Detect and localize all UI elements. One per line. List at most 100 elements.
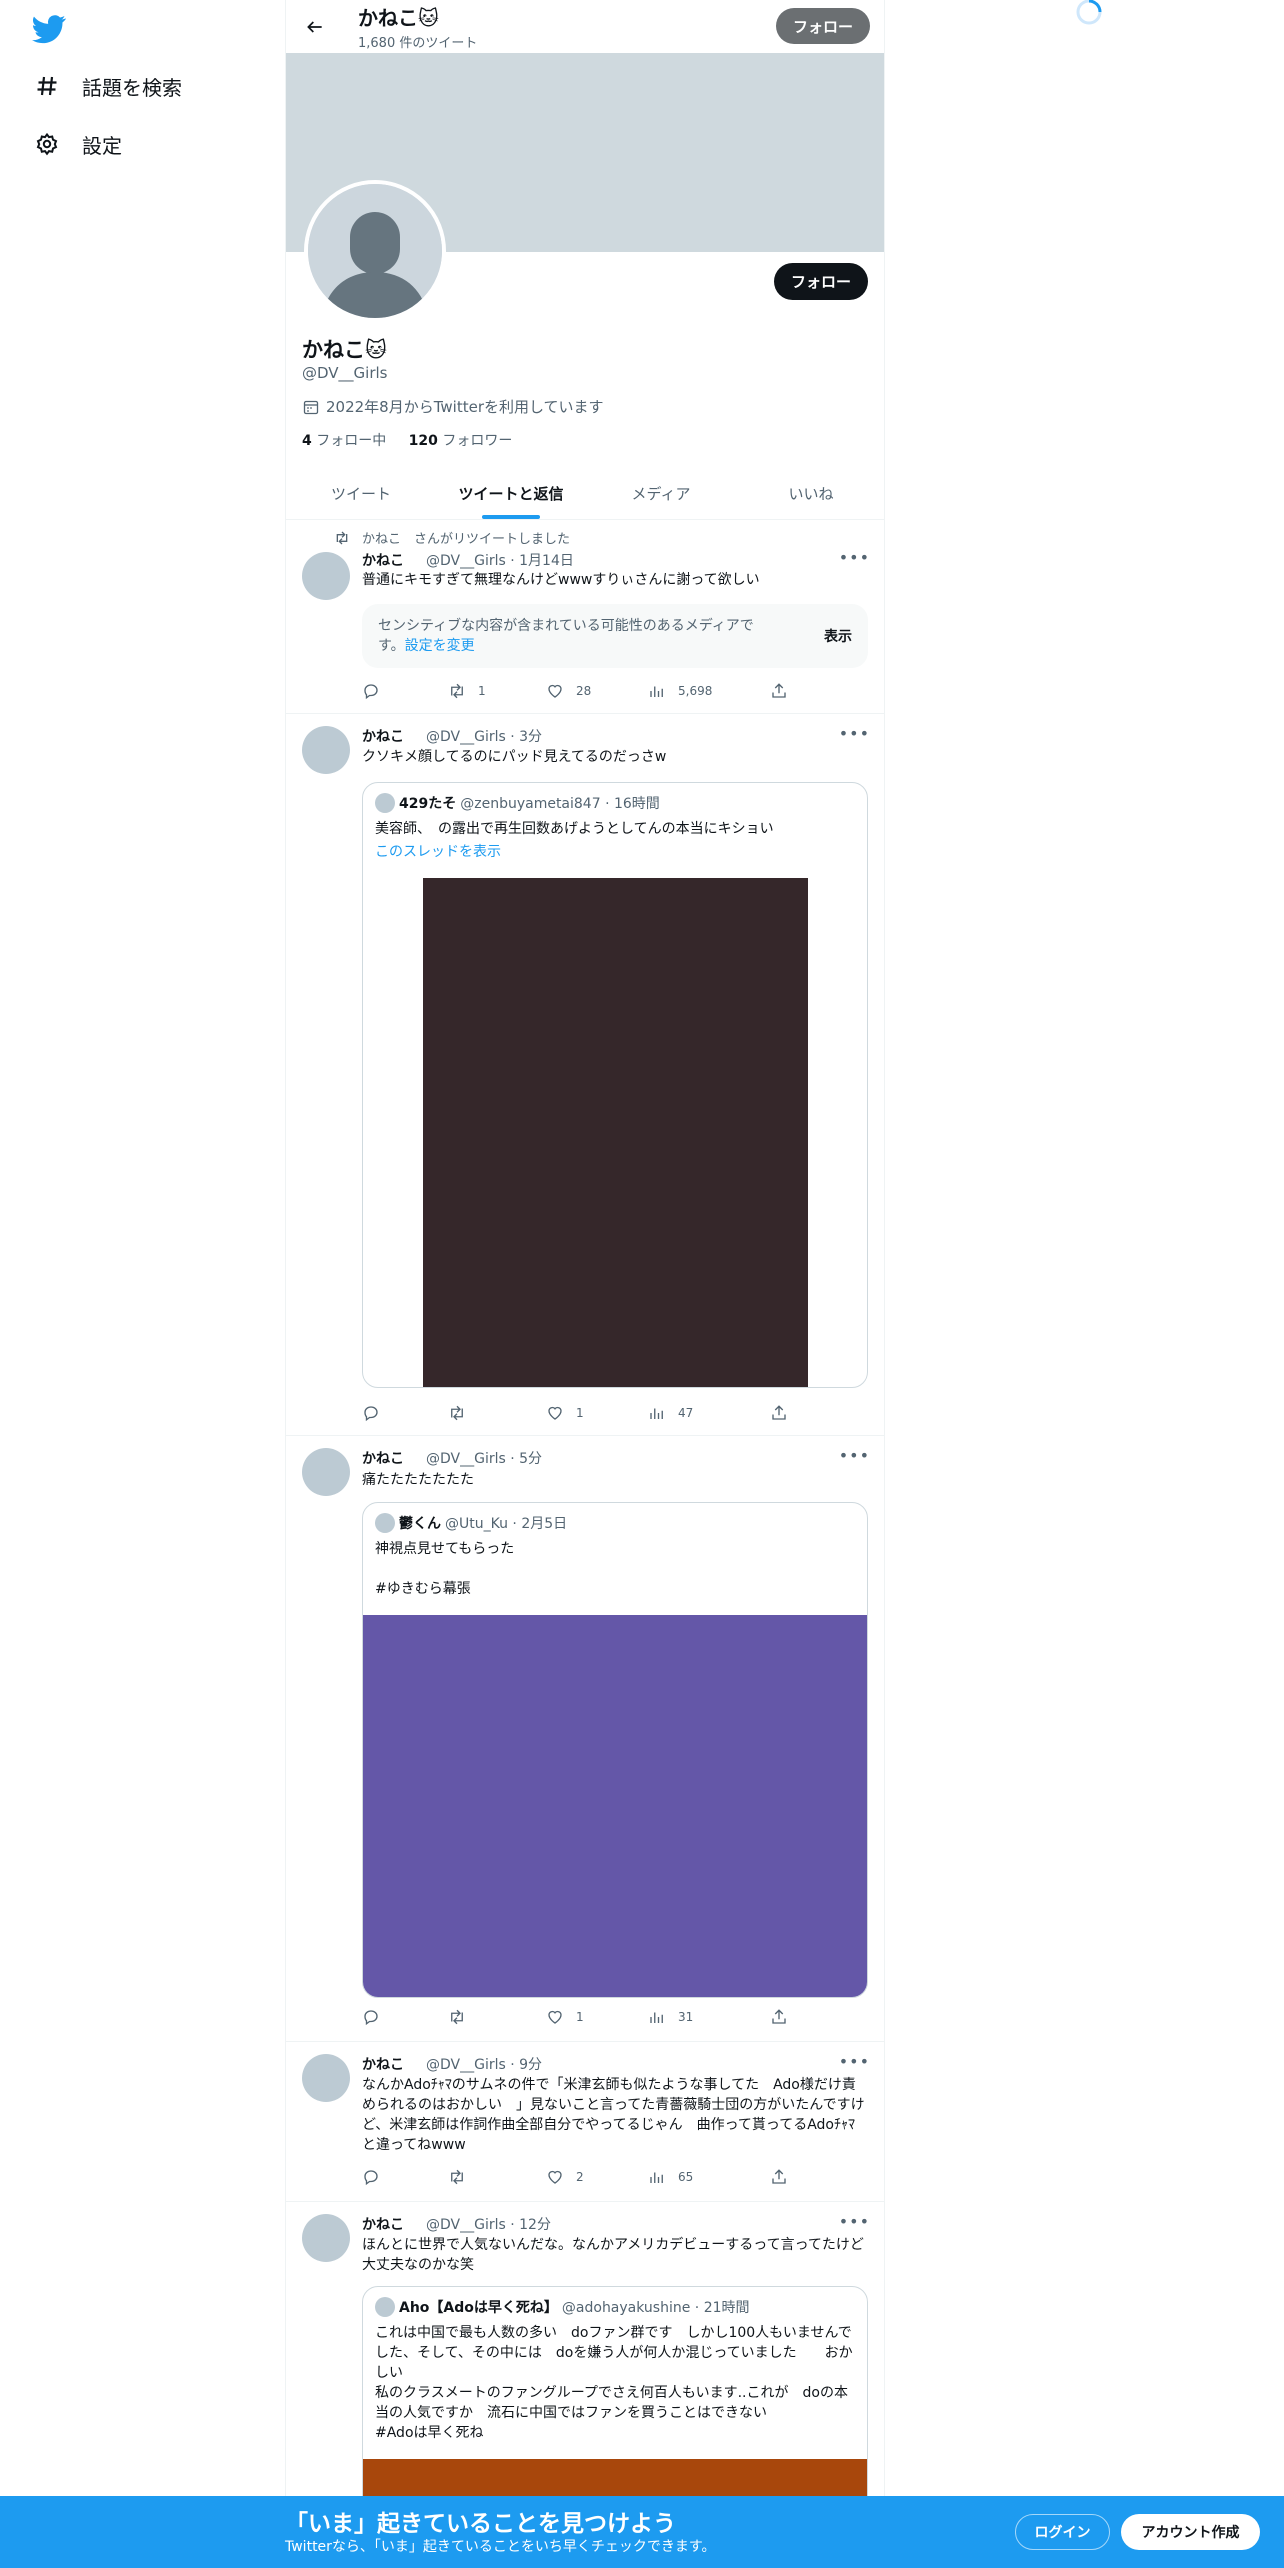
like-button[interactable]: 2 (546, 2166, 584, 2188)
share-button[interactable] (770, 2166, 800, 2188)
more-options-icon[interactable]: ••• (839, 548, 870, 567)
tweet[interactable]: かねこ さんがリツイートしました かねこ @DV__Girls · 1月14日 •… (286, 520, 884, 714)
back-arrow-icon[interactable] (300, 12, 330, 42)
views-count: 5,698 (678, 684, 713, 698)
views-button[interactable]: 31 (648, 2006, 693, 2028)
tweet-header: かねこ @DV__Girls · 5分 (362, 1448, 542, 1468)
share-button[interactable] (770, 1402, 800, 1424)
followers-link[interactable]: 120 フォロワー (409, 433, 513, 449)
following-count: 4 (302, 433, 312, 449)
tweet-header: かねこ @DV__Girls · 12分 (362, 2214, 551, 2234)
change-settings-link[interactable]: 設定を変更 (405, 638, 475, 654)
followers-label: フォロワー (442, 433, 513, 449)
quoted-media-image[interactable] (423, 878, 808, 1387)
follow-button[interactable]: フォロー (774, 263, 868, 300)
reply-button[interactable] (362, 2006, 392, 2028)
tweet-author-name[interactable]: かねこ (362, 1451, 404, 1467)
tweet-header: かねこ @DV__Girls · 3分 (362, 726, 542, 746)
followers-count: 120 (408, 433, 438, 449)
more-options-icon[interactable]: ••• (839, 724, 870, 743)
reply-button[interactable] (362, 2166, 392, 2188)
reply-icon (364, 1406, 378, 1422)
twitter-logo-icon[interactable] (32, 12, 66, 46)
sensitive-media-notice: センシティブな内容が含まれている可能性のあるメディアです。設定を変更 表示 (362, 604, 868, 668)
more-options-icon[interactable]: ••• (839, 2212, 870, 2231)
show-thread-link[interactable]: このスレッドを表示 (375, 841, 501, 861)
tweet-avatar[interactable] (302, 552, 350, 600)
tweet-actions: 1 28 5,698 (362, 680, 792, 702)
like-button[interactable]: 1 (546, 2006, 584, 2028)
tweet[interactable]: かねこ @DV__Girls · 9分 ••• なんかAdoﾁｬﾏのサムネの件で「… (286, 2042, 884, 2202)
views-button[interactable]: 5,698 (648, 680, 712, 702)
quoted-tweet-header: Aho【Adoは早く死ね】 @adohayakushine · 21時間 (375, 2297, 750, 2317)
tweet[interactable]: かねこ @DV__Girls · 5分 ••• 痛たたたたたたた 鬱くん @Utu_… (286, 1436, 884, 2042)
tweet-author-name[interactable]: かねこ (362, 553, 404, 569)
retweet-note-text: かねこ さんがリツイートしました (362, 532, 571, 547)
tweet-avatar[interactable] (302, 2214, 350, 2262)
login-button[interactable]: ログイン (1015, 2514, 1110, 2550)
reply-icon (364, 684, 378, 700)
share-button[interactable] (770, 2006, 800, 2028)
more-options-icon[interactable]: ••• (839, 1446, 870, 1465)
calendar-icon (302, 398, 320, 416)
quoted-tweet[interactable]: 429たそ @zenbuyametai847 · 16時間 美容師、 の露出で再生… (362, 782, 868, 1388)
quoted-author-name: 429たそ (399, 796, 457, 812)
tweet-handle-time: @DV__Girls · 9分 (426, 2057, 543, 2073)
quoted-tweet-header: 429たそ @zenbuyametai847 · 16時間 (375, 793, 660, 813)
tweet-avatar[interactable] (302, 1448, 350, 1496)
nav-explore[interactable]: 話題を検索 (34, 66, 182, 106)
quoted-tweet[interactable]: 鬱くん @Utu_Ku · 2月5日 神視点見せてもらった #ゆきむら幕張 (362, 1502, 868, 1998)
tab-likes[interactable]: いいね (736, 468, 884, 519)
views-button[interactable]: 65 (648, 2166, 693, 2188)
show-media-button[interactable]: 表示 (824, 626, 852, 646)
views-icon (650, 1408, 663, 1419)
like-icon (548, 684, 562, 698)
share-button[interactable] (770, 680, 800, 702)
tweet[interactable]: かねこ @DV__Girls · 3分 ••• クソキメ顔してるのにパッド見えてる… (286, 714, 884, 1436)
tweet-text: 痛たたたたたたた (362, 1472, 474, 1488)
reply-button[interactable] (362, 680, 392, 702)
views-icon (650, 686, 663, 697)
like-count: 1 (576, 2010, 584, 2024)
retweet-icon (451, 1405, 463, 1421)
like-button[interactable]: 1 (546, 1402, 584, 1424)
retweet-button[interactable] (448, 2166, 478, 2188)
share-icon (772, 683, 786, 698)
tweet-author-name[interactable]: かねこ (362, 2217, 404, 2233)
tweet-author-name[interactable]: かねこ (362, 2057, 404, 2073)
nav-settings[interactable]: 設定 (34, 124, 122, 164)
views-icon (650, 2172, 663, 2183)
tab-media[interactable]: メディア (586, 468, 736, 519)
retweet-button[interactable] (448, 1402, 478, 1424)
like-button[interactable]: 28 (546, 680, 591, 702)
profile-avatar[interactable] (304, 180, 446, 322)
tab-tweets-and-replies[interactable]: ツイートと返信 (436, 468, 586, 519)
signup-prompt-subtitle: Twitterなら、「いま」起きていることをいち早くチェックできます。 (285, 2539, 716, 2555)
tweet-handle-time: @DV__Girls · 5分 (426, 1451, 543, 1467)
following-link[interactable]: 4 フォロー中 (302, 433, 386, 449)
tweet-header: かねこ @DV__Girls · 9分 (362, 2054, 542, 2074)
views-button[interactable]: 47 (648, 1402, 693, 1424)
more-options-icon[interactable]: ••• (839, 2052, 870, 2071)
profile-joined: 2022年8月からTwitterを利用しています (302, 396, 604, 417)
like-count: 28 (576, 684, 592, 698)
tweet-header: かねこ @DV__Girls · 1月14日 (362, 550, 574, 570)
quoted-tweet-text: 美容師、 の露出で再生回数あげようとしてんの本当にキショい (375, 821, 774, 837)
tweet-avatar[interactable] (302, 2054, 350, 2102)
tweet-avatar[interactable] (302, 726, 350, 774)
tab-tweets[interactable]: ツイート (286, 468, 436, 519)
tweet-actions: 1 47 (362, 1402, 792, 1424)
tweet-author-name[interactable]: かねこ (362, 729, 404, 745)
profile-name: かねこ🐱 (302, 338, 387, 362)
retweet-button[interactable] (448, 2006, 478, 2028)
quoted-tweet-header: 鬱くん @Utu_Ku · 2月5日 (375, 1513, 567, 1533)
reply-button[interactable] (362, 1402, 392, 1424)
header-follow-button[interactable]: フォロー (776, 8, 870, 44)
retweet-button[interactable]: 1 (448, 680, 486, 702)
signup-button[interactable]: アカウント作成 (1121, 2514, 1260, 2550)
quoted-avatar (375, 793, 395, 813)
profile-tabs: ツイート ツイートと返信 メディア いいね (286, 468, 884, 520)
tweet-text: ほんとに世界で人気ないんだな。なんかアメリカデビューするって言ってたけど大丈夫な… (362, 2237, 864, 2273)
quoted-media-image[interactable] (363, 1615, 867, 1997)
tweet-actions: 2 65 (362, 2166, 792, 2188)
